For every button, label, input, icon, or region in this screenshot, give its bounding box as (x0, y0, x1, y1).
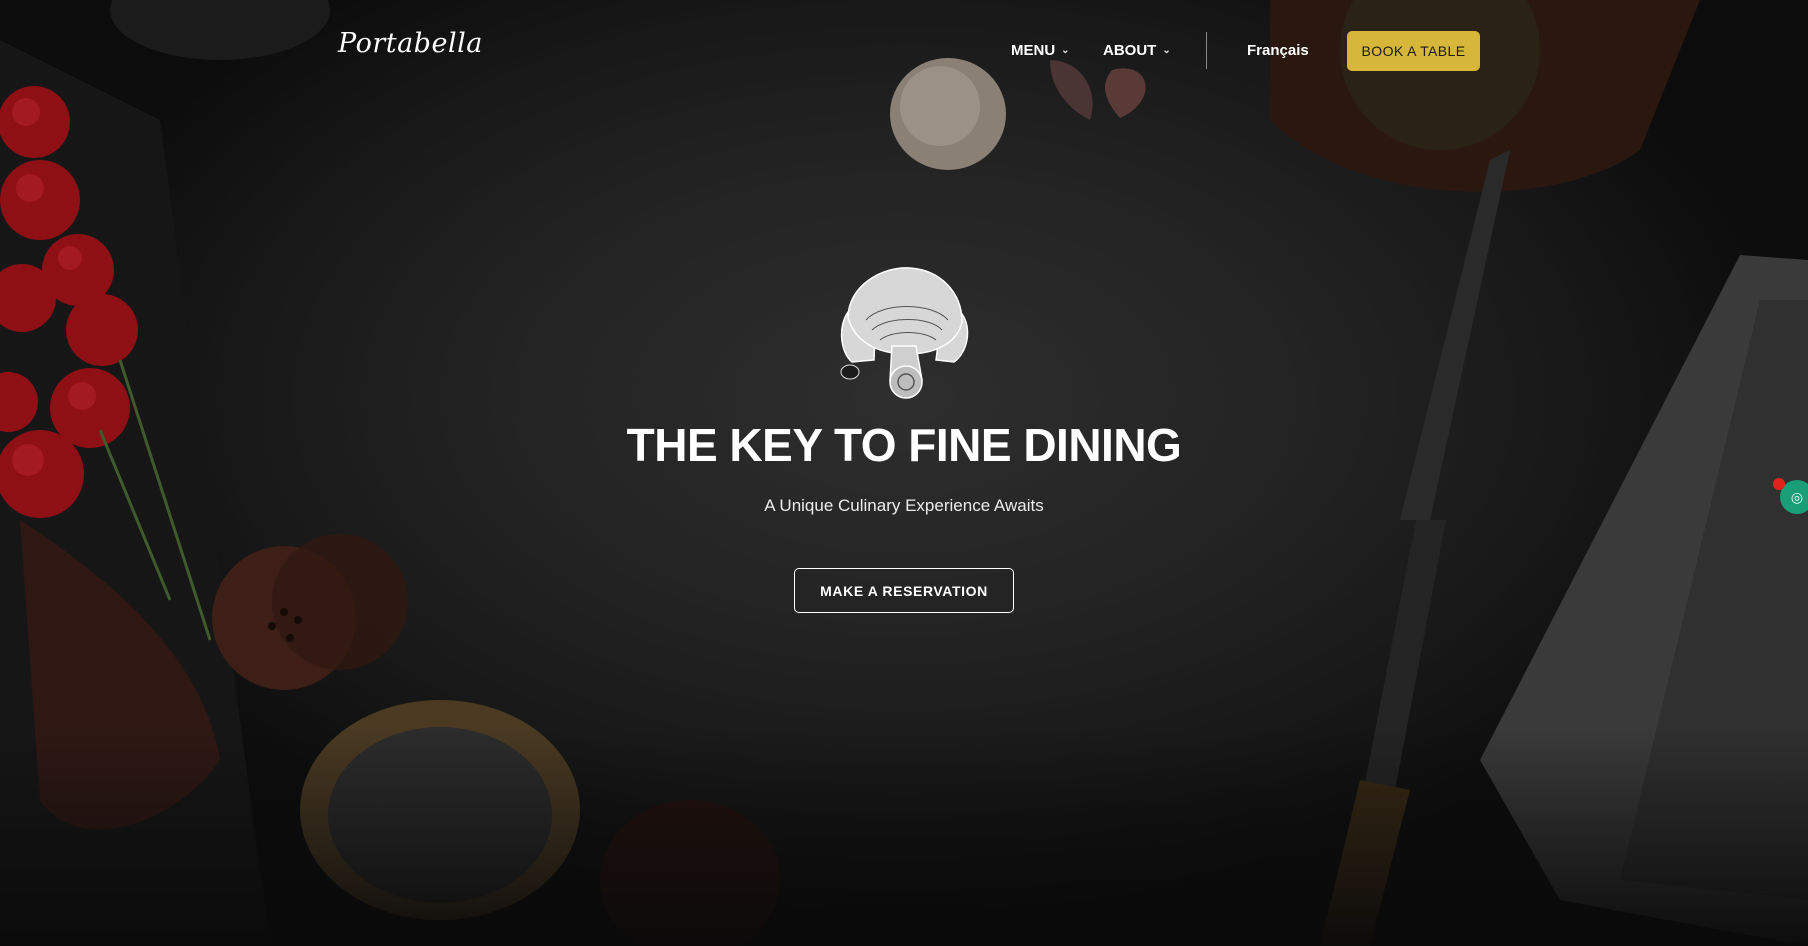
nav-item-label: ABOUT (1103, 42, 1157, 59)
chevron-down-icon: ⌄ (1061, 45, 1070, 56)
mushroom-emblem-icon (840, 267, 969, 399)
hero-background: THE KEY TO FINE DINING A Unique Culinary… (0, 0, 1808, 946)
nav-item-about[interactable]: ABOUT ⌄ (1103, 42, 1171, 59)
nav-divider (1206, 32, 1207, 69)
food-decoration-image (0, 0, 1808, 946)
nav-item-label: MENU (1011, 42, 1056, 59)
site-header: Portabella MENU ⌄ ABOUT ⌄ Français BOOK … (0, 0, 1808, 100)
hero-title: THE KEY TO FINE DINING (626, 419, 1182, 471)
language-switch-link[interactable]: Français (1247, 42, 1309, 59)
logo[interactable]: Portabella (338, 28, 483, 59)
notification-dot (1773, 478, 1785, 490)
chevron-down-icon: ⌄ (1162, 45, 1171, 56)
nav-item-menu[interactable]: MENU ⌄ (1011, 42, 1070, 59)
make-reservation-button[interactable]: MAKE A RESERVATION (794, 568, 1014, 613)
hero-subtitle: A Unique Culinary Experience Awaits (764, 496, 1044, 515)
book-a-table-button[interactable]: BOOK A TABLE (1347, 31, 1480, 71)
